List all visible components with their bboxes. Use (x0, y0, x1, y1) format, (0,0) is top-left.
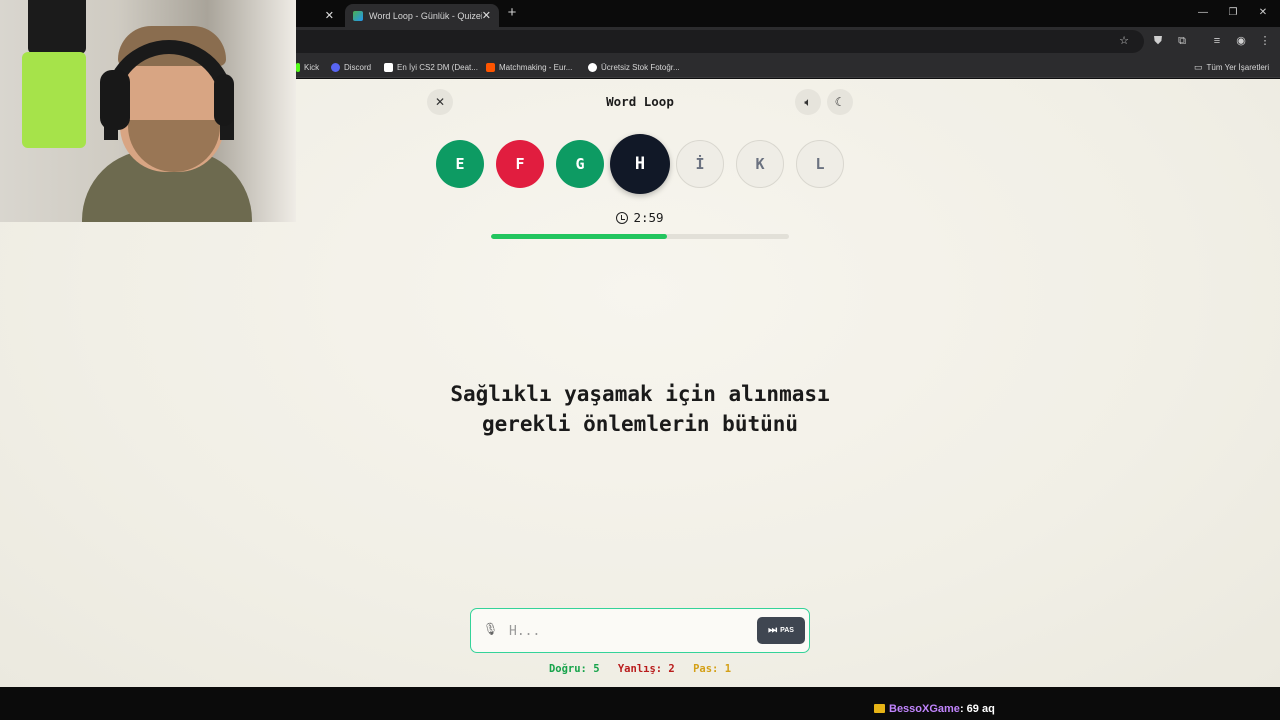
letter-circle-e: E (436, 140, 484, 188)
close-tab-icon[interactable]: ✕ (482, 9, 491, 22)
letter-circle-k: K (736, 140, 784, 188)
restore-window-button[interactable]: ❐ (1226, 6, 1240, 20)
bookmark-matchmaking[interactable]: Matchmaking - Eur... (486, 60, 572, 74)
sound-toggle-button[interactable]: 🔈︎ (795, 89, 821, 115)
letter-circle-i: İ (676, 140, 724, 188)
pass-button[interactable]: ⏭︎ PAS (757, 617, 805, 644)
chat-text: : 69 aq (959, 703, 995, 715)
faceit-icon (486, 62, 495, 72)
countdown-timer: 2:59 (560, 210, 720, 225)
letter-circle-h-current: H (610, 134, 670, 194)
hanging-jersey-black (28, 0, 86, 54)
correct-count: Doğru: 5 (548, 663, 600, 675)
webcam-overlay (0, 0, 296, 222)
bookmark-label: Ücretsiz Stok Fotoğr... (601, 62, 680, 72)
letter-char: İ (695, 155, 705, 173)
bookmark-label: En İyi CS2 DM (Deat... (397, 62, 478, 72)
bookmark-stock-photos[interactable]: Ücretsiz Stok Fotoğr... (588, 60, 680, 74)
pass-count: Pas: 1 (693, 663, 732, 675)
clock-icon (616, 212, 629, 224)
headset-earcup-left (100, 70, 130, 130)
crown-badge-icon (874, 704, 885, 713)
bookmark-star-icon[interactable]: ☆ (1117, 34, 1131, 48)
browser-tab-previous[interactable]: ✕ (296, 4, 342, 27)
answer-input[interactable] (509, 618, 749, 644)
folder-icon: ▭ (1194, 61, 1203, 72)
headset-earcup-right (214, 74, 234, 126)
time-progress-bar (491, 234, 789, 239)
bookmark-label: Kick (304, 62, 320, 72)
new-tab-button[interactable]: + (504, 5, 520, 21)
tab-title: Word Loop - Günlük - Quizei (369, 10, 482, 21)
close-icon: ✕ (434, 95, 446, 109)
cs2-icon (384, 62, 393, 72)
kick-icon (296, 62, 300, 72)
close-game-button[interactable]: ✕ (427, 89, 453, 115)
timer-value: 2:59 (633, 210, 664, 225)
close-window-button[interactable]: ✕ (1256, 6, 1270, 20)
pass-button-label: PAS (780, 627, 794, 634)
close-tab-icon[interactable]: ✕ (325, 9, 334, 22)
letter-char: H (634, 154, 646, 174)
minimize-window-button[interactable]: — (1196, 6, 1210, 20)
skip-icon: ⏭︎ (768, 625, 778, 636)
letter-track: E F G H İ K L (436, 134, 846, 198)
chat-message: BessoXGame: 69 aq (874, 703, 995, 715)
score-stats: Doğru: 5 Yanlış: 2 Pas: 1 (470, 663, 810, 675)
bookmark-discord[interactable]: Discord (331, 60, 371, 74)
all-bookmarks-label: Tüm Yer İşaretleri (1206, 62, 1270, 72)
wrong-count: Yanlış: 2 (617, 663, 675, 675)
pexels-icon (588, 62, 597, 72)
moon-icon: ☾ (834, 95, 846, 109)
extensions-puzzle-icon[interactable]: ⧉ (1175, 34, 1189, 48)
speaker-icon: 🔈︎ (804, 94, 812, 109)
shield-extension-icon[interactable]: ⛊ (1151, 34, 1165, 48)
browser-menu-icon[interactable]: ⋮ (1258, 34, 1272, 48)
address-bar[interactable]: ☆ (296, 30, 1144, 53)
dark-mode-toggle-button[interactable]: ☾ (827, 89, 853, 115)
bookmark-cs2-dm[interactable]: En İyi CS2 DM (Deat... (384, 60, 478, 74)
all-bookmarks-folder[interactable]: ▭ Tüm Yer İşaretleri (1194, 60, 1269, 74)
browser-tab-active[interactable]: Word Loop - Günlük - Quizei ✕ (345, 4, 499, 27)
microphone-icon[interactable]: 🎙︎ (483, 622, 498, 638)
discord-icon (331, 62, 340, 72)
bookmark-kick[interactable]: Kick (296, 60, 319, 74)
letter-circle-g: G (556, 140, 604, 188)
question-text: Sağlıklı yaşamak için alınması gerekli ö… (450, 382, 830, 436)
letter-circle-f: F (496, 140, 544, 188)
letter-char: G (575, 155, 585, 173)
quizei-favicon-icon (353, 10, 363, 21)
page-title: Word Loop (606, 94, 674, 109)
letter-circle-l: L (796, 140, 844, 188)
profile-avatar-icon[interactable]: ◉ (1234, 34, 1248, 48)
bookmark-label: Matchmaking - Eur... (499, 62, 573, 72)
time-progress-fill (491, 234, 667, 239)
letter-char: K (755, 155, 765, 173)
media-controls-icon[interactable]: ≡ (1210, 34, 1224, 48)
hanging-jersey-green (22, 52, 86, 148)
bookmark-label: Discord (344, 62, 372, 72)
stream-chat-bar: BessoXGame: 69 aq (0, 687, 1280, 720)
chat-username: BessoXGame (889, 703, 960, 715)
answer-box: 🎙︎ ⏭︎ PAS (470, 608, 810, 653)
letter-char: F (515, 155, 525, 173)
letter-char: L (815, 155, 825, 173)
letter-char: E (455, 155, 465, 173)
